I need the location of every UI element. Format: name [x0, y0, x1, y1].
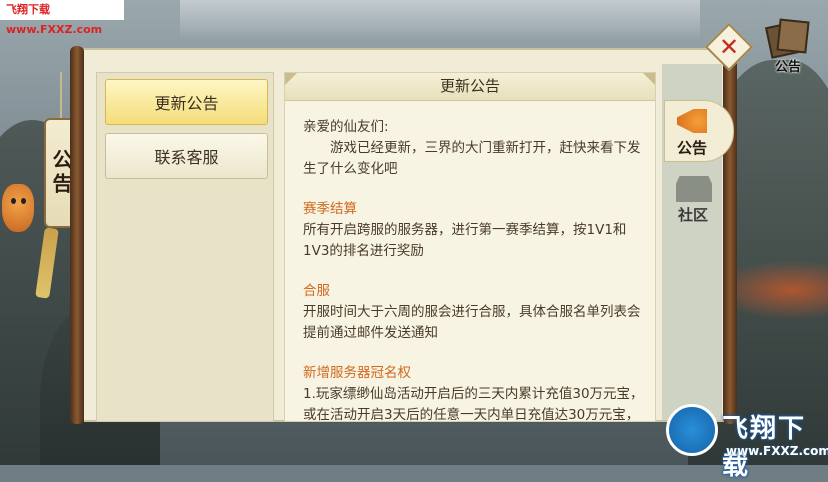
- greeting-text: 亲爱的仙友们:: [303, 119, 389, 135]
- header-corner-right: [643, 73, 655, 85]
- notice-body: 亲爱的仙友们: 游戏已经更新，三界的大门重新打开，赶快来看下发生了什么变化吧 赛…: [303, 117, 648, 422]
- menu-contact-service-button[interactable]: 联系客服: [105, 133, 268, 179]
- scroll-rod-left: [70, 46, 84, 424]
- cloud-layer: [180, 0, 700, 40]
- tab-notice[interactable]: 公告: [664, 100, 734, 162]
- pet-avatar: [2, 184, 34, 232]
- watermark-top: 飞翔下载 www.FXXZ.com: [0, 0, 124, 36]
- book-front: [776, 18, 810, 54]
- watermark-bottom-right: 飞翔下载 www.FXXZ.com: [660, 400, 828, 481]
- close-icon[interactable]: ✕: [712, 30, 746, 64]
- tab-notice-label: 公告: [677, 139, 708, 157]
- scroll-rod-right: [723, 46, 737, 424]
- section-text: 开服时间大于六周的服会进行合服，具体合服名单列表会提前通过邮件发送通知: [303, 304, 641, 341]
- notice-menu: 更新公告 联系客服: [96, 72, 274, 422]
- section-heading: 赛季结算: [303, 201, 357, 217]
- notice-book-icon[interactable]: [764, 18, 810, 59]
- intro-text: 游戏已经更新，三界的大门重新打开，赶快来看下发生了什么变化吧: [303, 140, 641, 177]
- section-heading: 新增服务器冠名权: [303, 365, 411, 381]
- menu-update-notice-button[interactable]: 更新公告: [105, 79, 268, 125]
- section-heading: 合服: [303, 283, 330, 299]
- tab-community-label: 社区: [678, 206, 709, 224]
- house-icon: [676, 176, 712, 202]
- tab-community[interactable]: 社区: [666, 170, 722, 232]
- header-corner-left: [285, 73, 297, 85]
- horn-icon: [677, 109, 707, 133]
- pet-eye: [11, 198, 16, 204]
- tag-string: [60, 72, 62, 120]
- notice-icon-label: 公告: [774, 60, 801, 75]
- section-text: 1.玩家缥缈仙岛活动开启后的三天内累计充值30万元宝，或在活动开启3天后的任意一…: [303, 386, 644, 422]
- content-title: 更新公告: [285, 73, 655, 101]
- watermark-logo-icon: [666, 404, 718, 456]
- pet-eye: [21, 198, 26, 204]
- section-text: 所有开启跨服的服务器，进行第一赛季结算，按1V1和1V3的排名进行奖励: [303, 222, 627, 259]
- watermark-url: www.FXXZ.com: [726, 444, 828, 458]
- notice-content[interactable]: 更新公告 亲爱的仙友们: 游戏已经更新，三界的大门重新打开，赶快来看下发生了什么…: [284, 72, 656, 422]
